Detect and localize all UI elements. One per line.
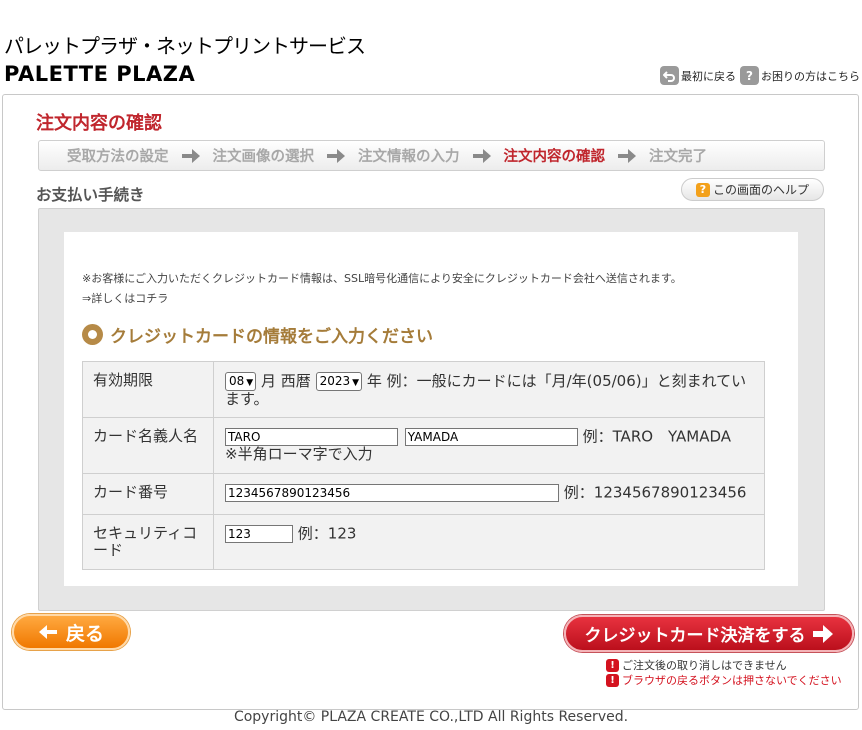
- payment-heading: お支払い手続き: [36, 186, 145, 204]
- card-number-input[interactable]: 1234567890123456: [225, 484, 559, 502]
- expiry-cell: 08 ▼ 月 西暦 2023 ▼ 年 例：一般にカードには「月/年(05/06)」と…: [213, 361, 765, 418]
- step-image-select: 注文画像の選択: [212, 149, 315, 165]
- exclamation-icon: !: [606, 674, 619, 687]
- card-number-label: カード番号: [82, 473, 214, 515]
- expiry-row: 有効期限 08 ▼ 月 西暦 2023 ▼ 年 例：一般にカードには「月/年(05/…: [82, 361, 765, 418]
- warning-no-cancel-text: ご注文後の取り消しはできません: [622, 659, 787, 672]
- exclamation-icon: !: [606, 659, 619, 672]
- warning-no-back: ! ブラウザの戻るボタンは押さないでください: [606, 673, 842, 688]
- back-button-label: 戻る: [65, 622, 104, 645]
- last-name-input[interactable]: YAMADA: [404, 428, 578, 446]
- arrow-right-icon: [327, 148, 345, 163]
- chevron-down-icon: ▼: [246, 378, 254, 388]
- chevron-down-icon: ▼: [352, 378, 360, 388]
- help-center-link[interactable]: ? お困りの方はこちら: [740, 66, 860, 85]
- security-code-input[interactable]: 123: [225, 525, 293, 543]
- warning-no-cancel: ! ご注文後の取り消しはできません: [606, 658, 842, 673]
- help-center-label: お困りの方はこちら: [761, 69, 860, 83]
- era-label: 西暦: [280, 372, 311, 390]
- site-logo[interactable]: PALETTE PLAZA: [4, 62, 195, 86]
- ssl-notice: ※お客様にご入力いただくクレジットカード情報は、SSL暗号化通信により安全にクレ…: [82, 272, 682, 285]
- back-button[interactable]: 戻る: [12, 614, 130, 650]
- year-unit: 年: [366, 372, 382, 390]
- arrow-left-icon: [38, 625, 57, 639]
- expiry-year-select[interactable]: 2023 ▼: [315, 372, 363, 391]
- progress-steps: 受取方法の設定 注文画像の選択 注文情報の入力 注文内容の確認 注文完了: [38, 140, 825, 171]
- top-links: 最初に戻る ? お困りの方はこちら: [660, 66, 860, 85]
- card-number-cell: 1234567890123456 例：1234567890123456: [213, 473, 765, 515]
- card-info-section-title: クレジットカードの情報をご入力ください: [82, 322, 433, 347]
- question-icon: ?: [695, 182, 710, 197]
- security-code-row: セキュリティコード 123 例：123: [82, 514, 765, 570]
- step-order-confirm: 注文内容の確認: [503, 149, 606, 165]
- step-order-info: 注文情報の入力: [358, 149, 460, 165]
- return-icon: [660, 66, 679, 85]
- order-warnings: ! ご注文後の取り消しはできません ! ブラウザの戻るボタンは押さないでください: [606, 658, 842, 688]
- step-delivery-method: 受取方法の設定: [67, 149, 169, 165]
- arrow-right-icon: [181, 148, 200, 163]
- page-title: 注文内容の確認: [36, 113, 162, 134]
- expiry-label: 有効期限: [82, 361, 214, 418]
- warning-no-back-text: ブラウザの戻るボタンは押さないでください: [622, 674, 842, 687]
- arrow-right-icon: [472, 148, 491, 163]
- step-order-complete: 注文完了: [649, 149, 707, 165]
- month-unit: 月: [260, 372, 276, 390]
- details-link[interactable]: ⇒詳しくはコチラ: [82, 290, 168, 306]
- card-info-title-text: クレジットカードの情報をご入力ください: [110, 327, 433, 347]
- first-name-input[interactable]: TARO: [225, 428, 398, 446]
- cardholder-cell: TARO YAMADA 例：TARO YAMADA ※半角ローマ字で入力: [213, 417, 765, 474]
- name-example: 例：TARO YAMADA: [582, 427, 732, 446]
- expiry-year-value: 2023: [319, 374, 351, 388]
- card-form-table: 有効期限 08 ▼ 月 西暦 2023 ▼ 年 例：一般にカードには「月/年(05/…: [82, 361, 765, 570]
- screen-help-label: この画面のヘルプ: [712, 183, 809, 197]
- name-note: ※半角ローマ字で入力: [225, 445, 373, 463]
- expiry-month-select[interactable]: 08 ▼: [225, 372, 257, 391]
- security-code-label: セキュリティコード: [82, 514, 214, 570]
- circle-bullet-icon: [82, 324, 103, 345]
- expiry-month-value: 08: [229, 374, 245, 388]
- return-to-start-label: 最初に戻る: [681, 69, 736, 83]
- security-code-cell: 123 例：123: [213, 514, 765, 570]
- arrow-right-icon: [812, 624, 833, 643]
- security-code-example: 例：123: [297, 524, 357, 543]
- card-number-row: カード番号 1234567890123456 例：123456789012345…: [82, 473, 765, 515]
- credit-card-pay-button[interactable]: クレジットカード決済をする: [564, 615, 854, 652]
- question-icon: ?: [740, 66, 759, 85]
- cardholder-label: カード名義人名: [82, 417, 214, 474]
- screen-help-button[interactable]: ? この画面のヘルプ: [681, 178, 824, 201]
- card-number-example: 例：1234567890123456: [563, 483, 747, 502]
- pay-button-label: クレジットカード決済をする: [584, 626, 806, 646]
- arrow-right-icon: [618, 148, 636, 163]
- site-title: パレットプラザ・ネットプリントサービス: [4, 34, 366, 58]
- return-to-start-link[interactable]: 最初に戻る: [660, 66, 736, 85]
- copyright: Copyright© PLAZA CREATE CO.,LTD All Righ…: [233, 709, 629, 725]
- cardholder-row: カード名義人名 TARO YAMADA 例：TARO YAMADA ※半角ローマ…: [82, 417, 765, 474]
